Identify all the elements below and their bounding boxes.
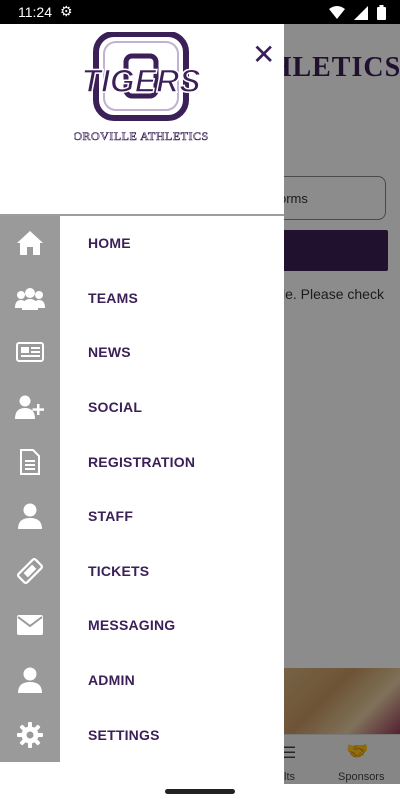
system-nav-bar — [0, 784, 400, 800]
close-drawer-button[interactable]: ✕ — [252, 38, 275, 71]
gear-icon — [0, 707, 60, 762]
home-icon — [0, 216, 60, 271]
menu-item-settings[interactable]: SETTINGS — [0, 707, 284, 762]
menu-item-admin[interactable]: ADMIN — [0, 653, 284, 708]
menu-label: MESSAGING — [88, 617, 176, 634]
user-icon — [0, 489, 60, 544]
menu-label: SETTINGS — [88, 726, 160, 743]
svg-text:OROVILLE ATHLETICS: OROVILLE ATHLETICS — [74, 129, 208, 143]
drawer-header: TIGERS OROVILLE ATHLETICS ✕ — [0, 24, 284, 216]
status-time: 11:24 — [18, 4, 52, 20]
svg-text:TIGERS: TIGERS — [81, 63, 201, 99]
user-icon — [0, 653, 60, 708]
signal-icon — [354, 5, 368, 20]
menu-label: SOCIAL — [88, 399, 143, 416]
wifi-icon — [329, 5, 345, 19]
tigers-logo: TIGERS OROVILLE ATHLETICS — [74, 32, 208, 143]
menu-item-teams[interactable]: TEAMS — [0, 271, 284, 326]
user-plus-icon — [0, 380, 60, 435]
status-icons — [329, 5, 386, 20]
menu-label: NEWS — [88, 344, 131, 361]
menu-label: TICKETS — [88, 562, 150, 579]
menu-item-social[interactable]: SOCIAL — [0, 380, 284, 435]
ticket-icon — [0, 544, 60, 599]
document-icon — [0, 434, 60, 489]
menu-item-tickets[interactable]: TICKETS — [0, 544, 284, 599]
home-gesture-pill[interactable] — [165, 789, 235, 794]
status-bar: 11:24 ⚙ — [0, 0, 400, 24]
battery-icon — [377, 5, 386, 20]
users-icon — [0, 271, 60, 326]
menu-item-registration[interactable]: REGISTRATION — [0, 434, 284, 489]
menu-item-messaging[interactable]: MESSAGING — [0, 598, 284, 653]
menu-item-staff[interactable]: STAFF — [0, 489, 284, 544]
settings-icon: ⚙ — [60, 3, 73, 19]
navigation-drawer: TIGERS OROVILLE ATHLETICS ✕ HOME TEAMS N… — [0, 24, 284, 784]
menu-item-news[interactable]: NEWS — [0, 325, 284, 380]
menu-label: STAFF — [88, 508, 134, 525]
menu-item-home[interactable]: HOME — [0, 216, 284, 271]
menu-label: HOME — [88, 235, 131, 252]
menu-label: ADMIN — [88, 672, 135, 689]
newspaper-icon — [0, 325, 60, 380]
envelope-icon — [0, 598, 60, 653]
menu-label: TEAMS — [88, 289, 138, 306]
drawer-menu: HOME TEAMS NEWS SOCIAL REGISTRATION STAF… — [0, 216, 284, 762]
menu-label: REGISTRATION — [88, 453, 196, 470]
